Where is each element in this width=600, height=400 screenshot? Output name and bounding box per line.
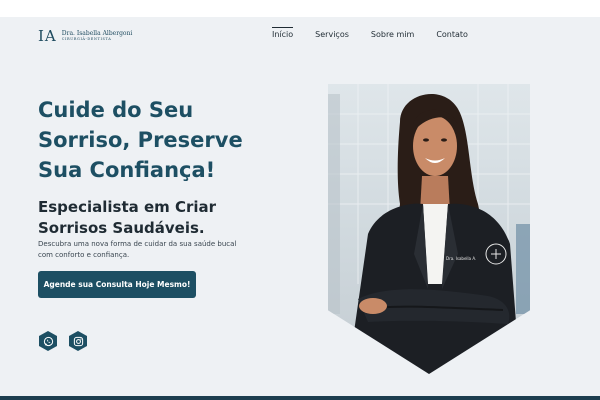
whatsapp-link[interactable]	[39, 331, 57, 351]
footer-line	[0, 396, 600, 400]
whatsapp-icon	[43, 336, 53, 346]
logo-subtitle: CIRURGIÃ-DENTISTA	[61, 36, 112, 41]
logo-name: Dra. Isabella Albergoni	[61, 29, 133, 37]
social-links	[38, 331, 88, 351]
headline-line: Sua Confiança!	[38, 158, 216, 182]
doctor-portrait: Dra. Isabella A.	[328, 84, 530, 374]
headline-line: Cuide do Seu	[38, 98, 194, 122]
instagram-icon	[73, 336, 83, 346]
nav-item-inicio[interactable]: Início	[272, 27, 294, 39]
hero-section: IA Dra. Isabella Albergoni CIRURGIÃ-DENT…	[0, 17, 600, 396]
hero-description: Descubra uma nova forma de cuidar da sua…	[38, 240, 237, 259]
logo[interactable]: IA Dra. Isabella Albergoni CIRURGIÃ-DENT…	[38, 27, 132, 45]
logo-mark: IA	[38, 27, 57, 45]
schedule-consultation-button[interactable]: Agende sua Consulta Hoje Mesmo!	[38, 271, 196, 298]
coat-badge-text: Dra. Isabella A.	[446, 256, 476, 261]
hero-subhead: Especialista em Criar Sorrisos Saudáveis…	[38, 197, 278, 239]
nav-item-contato[interactable]: Contato	[436, 30, 468, 39]
headline-line: Sorriso, Preserve	[38, 128, 243, 152]
subhead-line: Sorrisos Saudáveis.	[38, 219, 205, 237]
top-strip	[0, 0, 600, 17]
main-nav: Início Serviços Sobre mim Contato	[272, 27, 468, 39]
subhead-line: Especialista em Criar	[38, 198, 217, 216]
nav-item-servicos[interactable]: Serviços	[315, 30, 349, 39]
instagram-link[interactable]	[69, 331, 87, 351]
nav-item-sobre-mim[interactable]: Sobre mim	[371, 30, 414, 39]
hero-headline: Cuide do Seu Sorriso, Preserve Sua Confi…	[38, 95, 298, 185]
logo-text: Dra. Isabella Albergoni CIRURGIÃ-DENTIST…	[61, 29, 133, 42]
doctor-photo: Dra. Isabella A.	[328, 84, 530, 374]
